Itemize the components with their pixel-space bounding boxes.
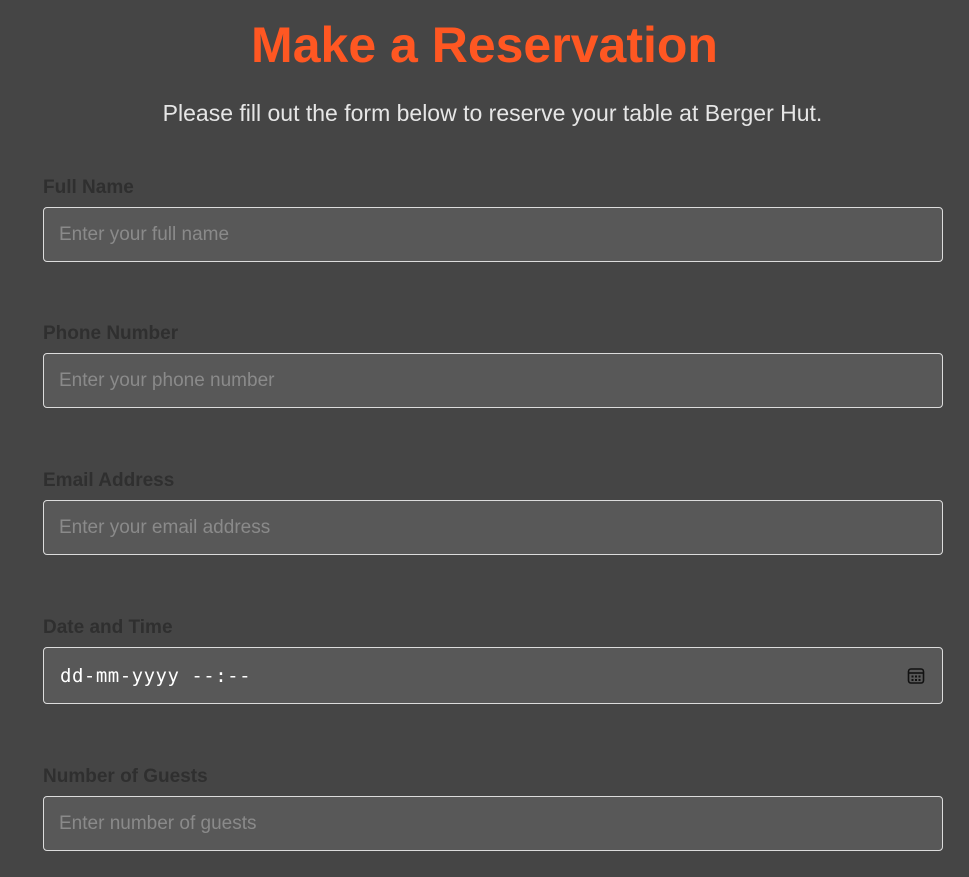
page-subtitle: Please fill out the form below to reserv…: [162, 100, 823, 126]
reservation-page: Make a Reservation Please fill out the f…: [0, 0, 969, 877]
email-address-group: Email Address: [43, 470, 943, 555]
full-name-label: Full Name: [43, 177, 134, 198]
phone-number-input[interactable]: [43, 353, 943, 408]
date-time-label: Date and Time: [43, 617, 173, 638]
email-address-input[interactable]: [43, 500, 943, 555]
phone-number-label: Phone Number: [43, 323, 179, 344]
email-address-label: Email Address: [43, 470, 175, 491]
calendar-icon[interactable]: [906, 666, 926, 686]
date-time-value: dd-mm-yyyy --:--: [60, 664, 252, 687]
page-title: Make a Reservation: [251, 17, 718, 73]
date-time-input[interactable]: dd-mm-yyyy --:--: [43, 647, 943, 704]
full-name-group: Full Name: [43, 177, 943, 262]
date-time-group: Date and Time dd-mm-yyyy --:--: [43, 617, 943, 704]
full-name-input[interactable]: [43, 207, 943, 262]
guests-group: Number of Guests: [43, 766, 943, 851]
phone-number-group: Phone Number: [43, 323, 943, 408]
guests-label: Number of Guests: [43, 766, 208, 787]
guests-input[interactable]: [43, 796, 943, 851]
